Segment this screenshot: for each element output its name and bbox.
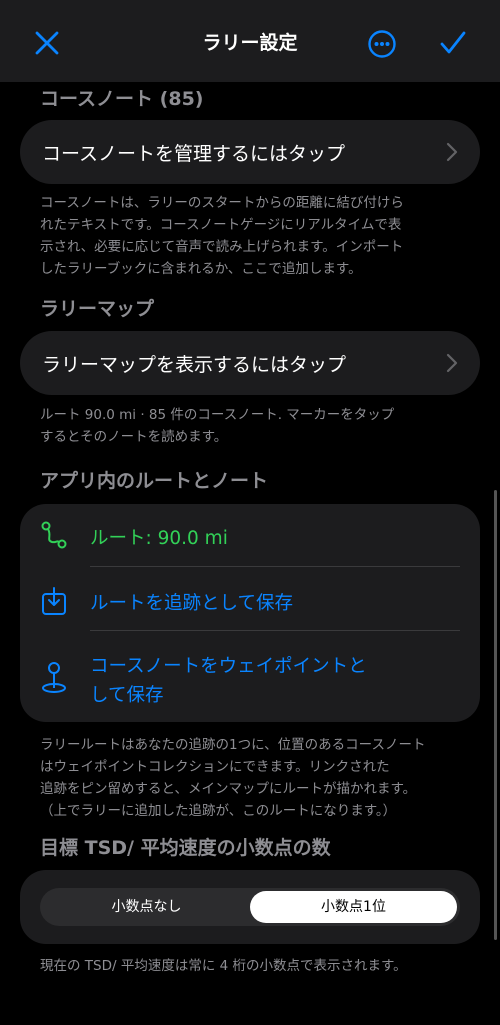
navigation-bar: ラリー設定 <box>0 0 500 82</box>
section-title-rally-map: ラリーマップ <box>40 298 155 320</box>
download-tray-icon[interactable] <box>40 586 68 620</box>
show-rally-map-button[interactable]: ラリーマップを表示するにはタップ <box>20 331 480 395</box>
section-title-course-notes: コースノート (85) <box>40 88 204 110</box>
save-notes-as-waypoints-button[interactable]: コースノートをウェイポイントと して保存 <box>90 652 367 710</box>
route-distance-label: ルート: 90.0 mi <box>90 528 228 549</box>
segment-no-decimal[interactable]: 小数点なし <box>43 891 250 923</box>
manage-course-notes-button[interactable]: コースノートを管理するにはタップ <box>20 120 480 184</box>
settings-scroll-area[interactable]: コースノート (85) コースノートを管理するにはタップ コースノートは、ラリー… <box>0 82 500 1025</box>
page-title: ラリー設定 <box>202 32 298 54</box>
decimals-segmented-control[interactable]: 小数点なし 小数点1位 <box>40 888 460 926</box>
ellipsis-circle-icon[interactable] <box>367 29 397 63</box>
scrollbar[interactable] <box>494 490 497 940</box>
chevron-right-icon <box>446 142 458 166</box>
chevron-right-icon <box>446 353 458 377</box>
in-app-description: ラリールートはあなたの追跡の1つに、位置のあるコースノート はウェイポイントコレ… <box>40 737 426 819</box>
segment-one-decimal[interactable]: 小数点1位 <box>250 891 457 923</box>
save-route-as-track-button[interactable]: ルートを追跡として保存 <box>90 589 293 615</box>
divider <box>90 566 460 567</box>
show-rally-map-label: ラリーマップを表示するにはタップ <box>42 354 347 376</box>
divider <box>90 630 460 631</box>
section-title-decimals: 目標 TSD/ 平均速度の小数点の数 <box>40 837 331 859</box>
section-title-in-app: アプリ内のルートとノート <box>40 470 269 492</box>
course-notes-description: コースノートは、ラリーのスタートからの距離に結び付けら れたテキストです。コース… <box>40 195 404 277</box>
decimals-description: 現在の TSD/ 平均速度は常に 4 桁の小数点で表示されます。 <box>40 958 407 974</box>
route-icon <box>40 520 68 554</box>
rally-map-description: ルート 90.0 mi · 85 件のコースノート. マーカーをタップ するとそ… <box>40 407 395 445</box>
checkmark-icon[interactable] <box>439 29 467 61</box>
map-pin-icon[interactable] <box>40 660 68 698</box>
in-app-route-card: ルート: 90.0 mi ルートを追跡として保存 コースノートをウェイポイントと… <box>20 504 480 722</box>
manage-course-notes-label: コースノートを管理するにはタップ <box>42 143 346 165</box>
